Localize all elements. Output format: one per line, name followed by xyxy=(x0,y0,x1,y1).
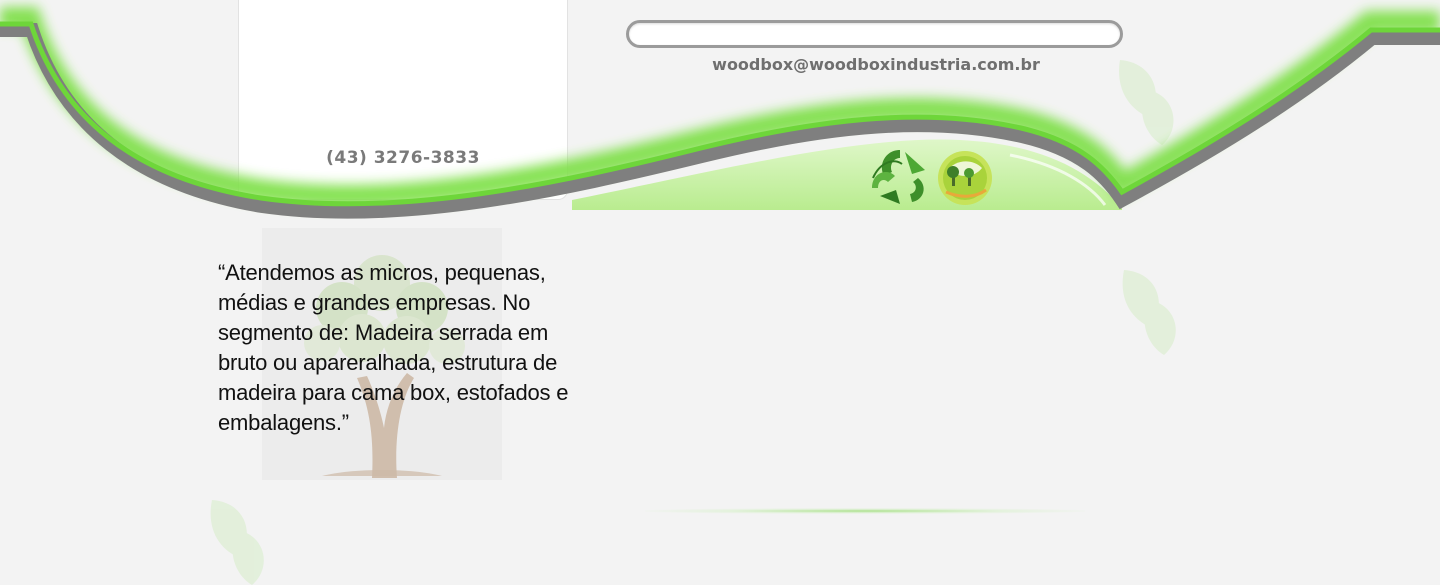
footer-divider xyxy=(645,508,1085,514)
page-canvas: (43) 3276-3833 woodbox@woodboxindustria.… xyxy=(0,0,1440,585)
recycle-leaf-icon xyxy=(872,150,925,204)
intro-quote: “Atendemos as micros, pequenas, médias e… xyxy=(218,260,569,435)
eco-globe-icon xyxy=(938,151,992,205)
eco-icons xyxy=(872,150,992,205)
